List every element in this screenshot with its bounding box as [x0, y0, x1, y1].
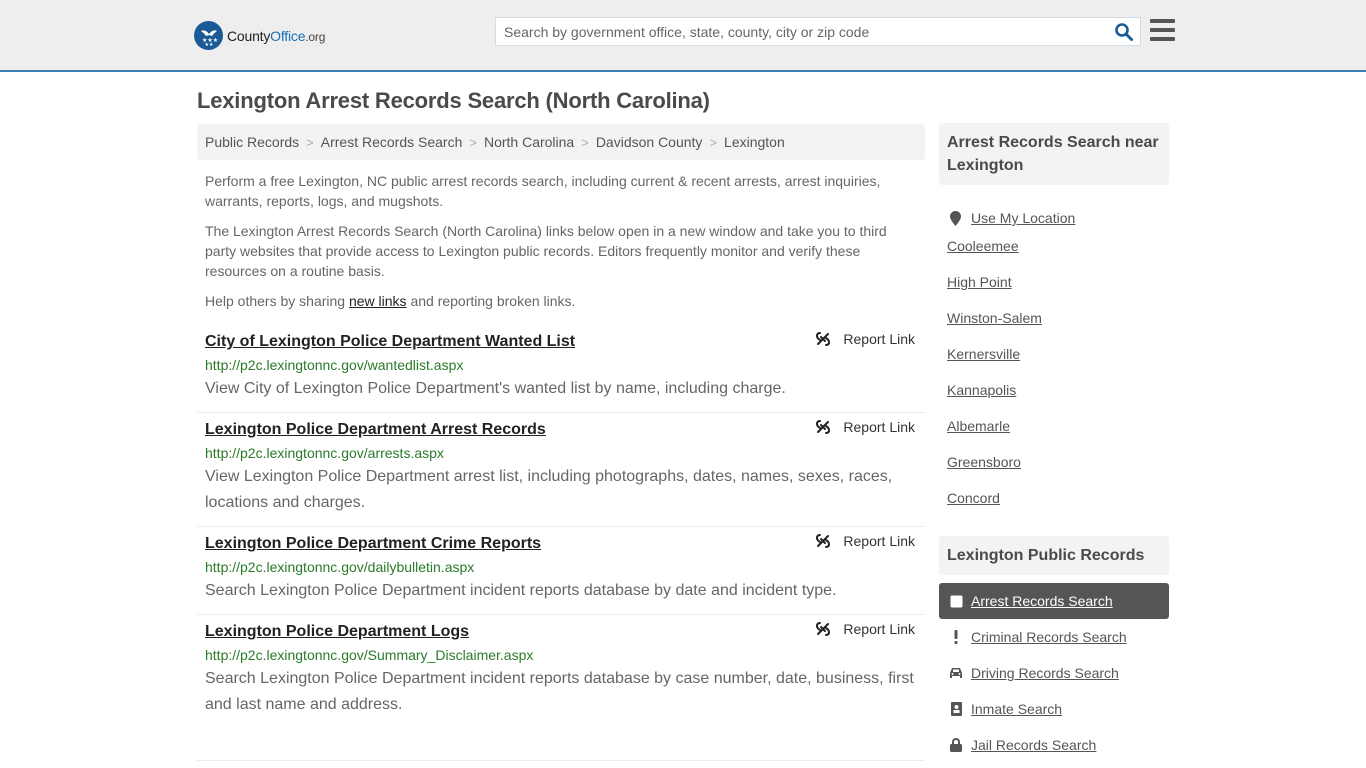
nearby-heading: Arrest Records Search near Lexington	[939, 123, 1169, 185]
resource-link-description: Search Lexington Police Department incid…	[205, 670, 914, 713]
resource-link-title[interactable]: Lexington Police Department Logs	[205, 621, 469, 643]
resource-link-title[interactable]: Lexington Police Department Crime Report…	[205, 533, 541, 555]
search-icon	[1115, 23, 1133, 41]
logo-text: CountyOffice.org	[227, 27, 326, 44]
report-link-button[interactable]: Report Link	[815, 621, 915, 637]
nearby-place-link[interactable]: Kernersville	[947, 344, 1167, 380]
list-item: City of Lexington Police Department Want…	[197, 325, 925, 413]
nearby-place-link[interactable]: Greensboro	[947, 452, 1167, 488]
broken-link-icon	[816, 534, 831, 548]
report-link-button[interactable]: Report Link	[815, 331, 915, 347]
countyoffice-logo[interactable]: ★★★ ★★ CountyOffice.org	[194, 21, 325, 50]
nearby-place-link[interactable]: Kannapolis	[947, 380, 1167, 416]
use-my-location-link[interactable]: Use My Location	[947, 200, 1167, 236]
nearby-places-list: Use My Location Cooleemee High Point Win…	[947, 200, 1167, 524]
sidebar-item-inmate-search[interactable]: Inmate Search	[939, 691, 1169, 727]
resource-links-list: City of Lexington Police Department Want…	[197, 325, 925, 761]
eagle-stars-icon: ★★★ ★★	[194, 21, 223, 50]
nearby-place-link[interactable]: Winston-Salem	[947, 308, 1167, 344]
breadcrumb-davidson-county[interactable]: Davidson County	[596, 134, 703, 150]
hamburger-menu-button[interactable]	[1150, 19, 1175, 41]
search-input[interactable]	[496, 18, 1106, 45]
broken-link-icon	[816, 420, 831, 434]
intro-paragraph: The Lexington Arrest Records Search (Nor…	[205, 223, 887, 279]
sidebar-item-criminal-records[interactable]: Criminal Records Search	[939, 619, 1169, 655]
sidebar-item-arrest-records[interactable]: Arrest Records Search	[939, 583, 1169, 619]
nearby-place-link[interactable]: Cooleemee	[947, 236, 1167, 272]
resource-link-description: Search Lexington Police Department incid…	[205, 582, 837, 599]
nearby-place-link[interactable]: High Point	[947, 272, 1167, 308]
exclamation-icon	[949, 630, 963, 644]
intro-paragraph: Perform a free Lexington, NC public arre…	[205, 173, 881, 209]
sidebar-item-jail-records[interactable]: Jail Records Search	[939, 727, 1169, 763]
breadcrumb-arrest-records-search[interactable]: Arrest Records Search	[321, 134, 463, 150]
resource-link-title[interactable]: Lexington Police Department Arrest Recor…	[205, 419, 546, 441]
breadcrumb-public-records[interactable]: Public Records	[205, 134, 299, 150]
menu-bar	[1150, 28, 1175, 32]
breadcrumb: Public Records > Arrest Records Search >…	[197, 124, 925, 160]
lock-icon	[949, 738, 963, 752]
resource-link-url: http://p2c.lexingtonnc.gov/wantedlist.as…	[205, 357, 464, 373]
menu-bar	[1150, 37, 1175, 41]
new-links-link[interactable]: new links	[349, 293, 407, 309]
resource-link-url: http://p2c.lexingtonnc.gov/Summary_Discl…	[205, 647, 534, 663]
id-badge-icon	[949, 702, 963, 716]
report-link-button[interactable]: Report Link	[815, 533, 915, 549]
resource-link-url: http://p2c.lexingtonnc.gov/dailybulletin…	[205, 559, 475, 575]
breadcrumb-separator: >	[581, 134, 589, 150]
intro-share-paragraph: Help others by sharing new links and rep…	[205, 293, 576, 309]
list-item: Lexington Police Department Crime Report…	[197, 527, 925, 615]
page-title: Lexington Arrest Records Search (North C…	[197, 88, 710, 113]
menu-bar	[1150, 19, 1175, 23]
breadcrumb-lexington[interactable]: Lexington	[724, 134, 785, 150]
nearby-place-link[interactable]: Concord	[947, 488, 1167, 524]
resource-link-description: View City of Lexington Police Department…	[205, 380, 786, 397]
map-marker-icon	[950, 210, 961, 226]
car-icon	[949, 666, 963, 680]
breadcrumb-separator: >	[709, 134, 718, 150]
intro-text: Perform a free Lexington, NC public arre…	[205, 171, 920, 321]
sidebar-item-driving-records[interactable]: Driving Records Search	[939, 655, 1169, 691]
list-item: Lexington Police Department Logs http://…	[197, 615, 925, 761]
breadcrumb-north-carolina[interactable]: North Carolina	[484, 134, 574, 150]
public-records-heading: Lexington Public Records	[939, 536, 1169, 575]
list-item: Lexington Police Department Arrest Recor…	[197, 413, 925, 527]
search-button[interactable]	[1114, 22, 1134, 42]
breadcrumb-separator: >	[306, 134, 314, 150]
broken-link-icon	[816, 332, 831, 346]
breadcrumb-separator: >	[469, 134, 477, 150]
resource-link-title[interactable]: City of Lexington Police Department Want…	[205, 331, 575, 353]
square-icon	[949, 594, 963, 608]
resource-link-description: View Lexington Police Department arrest …	[205, 468, 893, 511]
broken-link-icon	[816, 622, 831, 636]
public-records-nav: Arrest Records Search Criminal Records S…	[939, 583, 1169, 763]
report-link-button[interactable]: Report Link	[815, 419, 915, 435]
resource-link-url: http://p2c.lexingtonnc.gov/arrests.aspx	[205, 445, 444, 461]
nearby-place-link[interactable]: Albemarle	[947, 416, 1167, 452]
svg-text:★★: ★★	[204, 42, 213, 47]
site-header: ★★★ ★★ CountyOffice.org	[0, 0, 1366, 72]
search-box	[495, 17, 1141, 46]
